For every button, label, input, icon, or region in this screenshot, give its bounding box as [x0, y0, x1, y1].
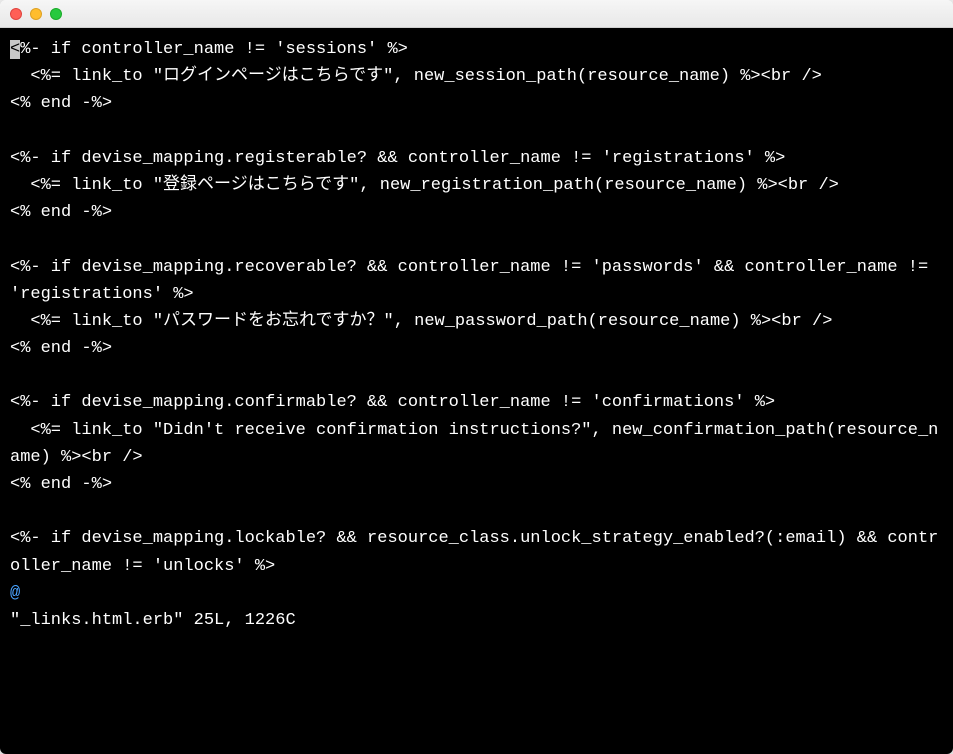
maximize-icon[interactable] — [50, 8, 62, 20]
code-body: <%= link_to "ログインページはこちらです", new_session… — [10, 67, 938, 575]
titlebar[interactable] — [0, 0, 953, 28]
close-icon[interactable] — [10, 8, 22, 20]
minimize-icon[interactable] — [30, 8, 42, 20]
traffic-lights — [10, 8, 62, 20]
cursor: < — [10, 40, 20, 59]
code-line: %- if controller_name != 'sessions' %> — [20, 40, 408, 59]
mode-indicator: @ — [10, 584, 20, 603]
terminal-content[interactable]: <%- if controller_name != 'sessions' %> … — [0, 28, 953, 754]
status-line: "_links.html.erb" 25L, 1226C — [10, 611, 296, 630]
terminal-window: <%- if controller_name != 'sessions' %> … — [0, 0, 953, 754]
